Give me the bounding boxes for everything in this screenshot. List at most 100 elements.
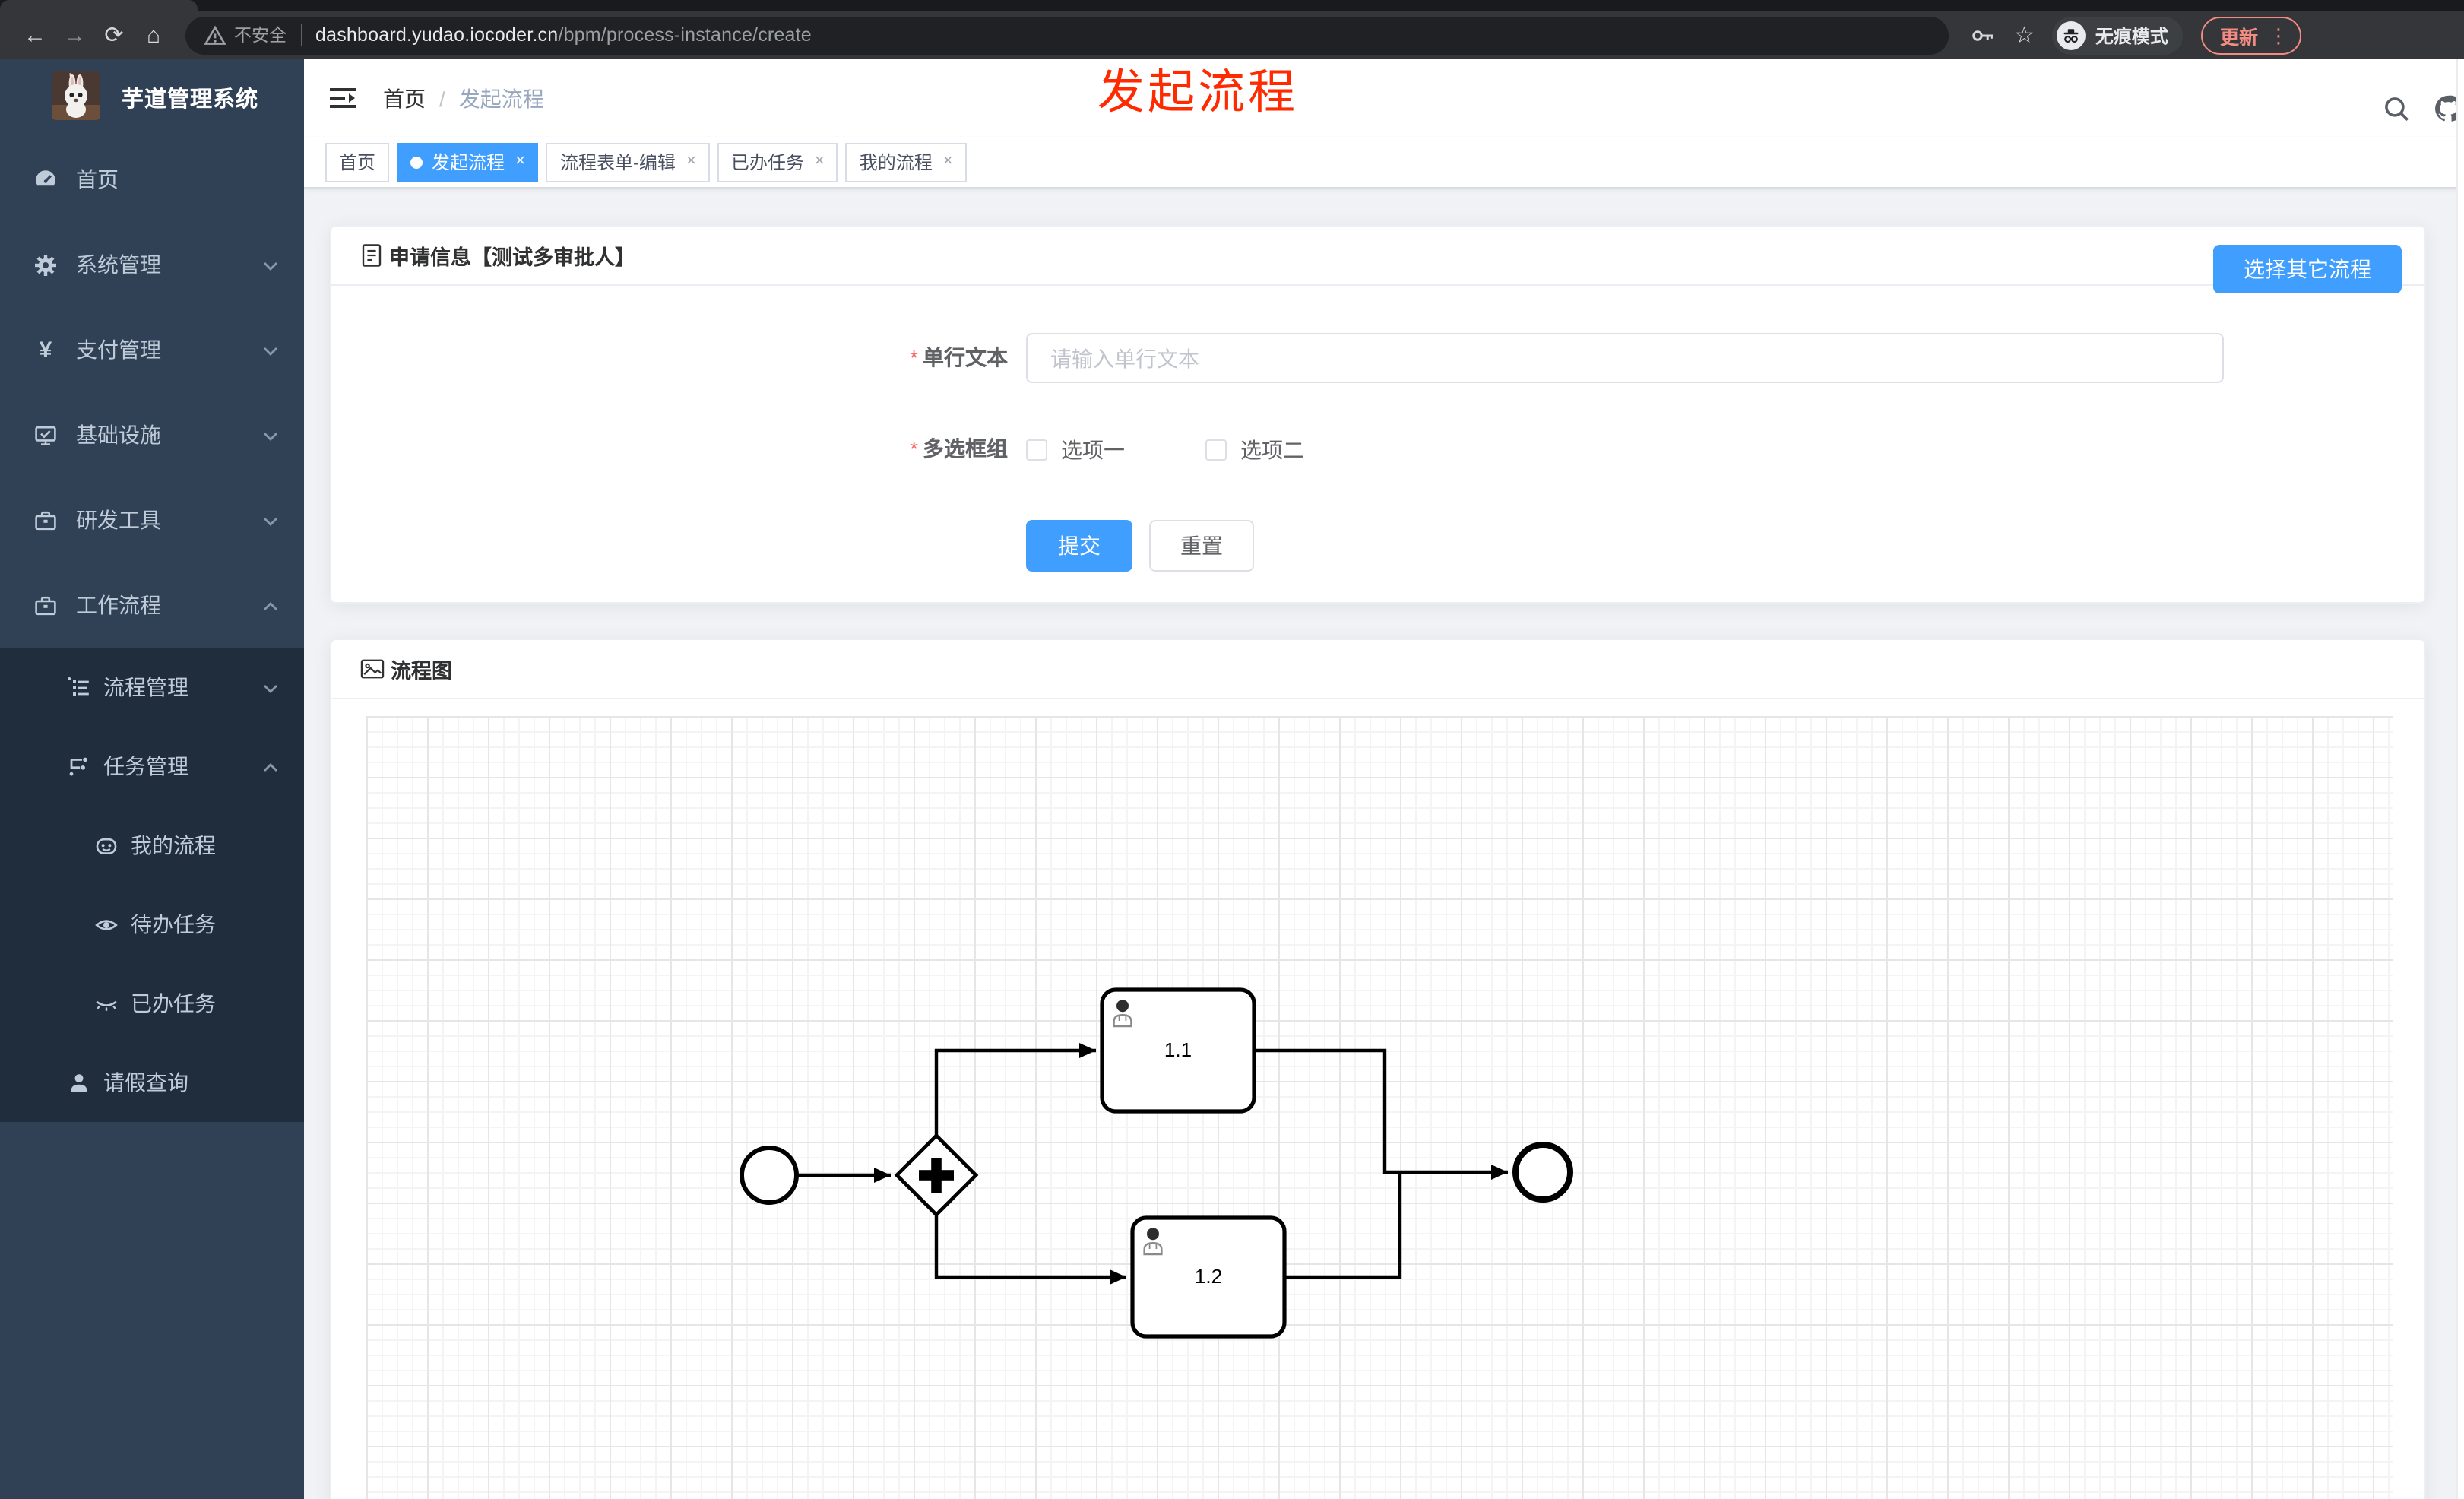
eye-icon <box>94 912 119 936</box>
process-diagram-title: 流程图 <box>391 660 452 683</box>
sidebar-item-workflow[interactable]: 工作流程 <box>0 563 304 648</box>
checkbox-option-2-label[interactable]: 选项二 <box>1240 434 1304 464</box>
user-icon <box>67 1070 91 1095</box>
parallel-gateway[interactable] <box>894 1133 979 1218</box>
browser-menu-icon[interactable]: ⋮ <box>2269 25 2288 45</box>
incognito-label: 无痕模式 <box>2095 25 2168 46</box>
sidebar-collapse-icon[interactable] <box>328 84 357 113</box>
url-path: /bpm/process-instance/create <box>558 24 812 46</box>
close-icon[interactable]: × <box>815 153 825 170</box>
sidebar-item-label: 待办任务 <box>131 912 216 936</box>
gear-icon <box>33 252 58 277</box>
user-task-1-1[interactable]: 1.1 <box>1100 987 1256 1114</box>
chevron-down-icon <box>261 511 280 529</box>
tag-home[interactable]: 首页 <box>325 142 390 182</box>
chevron-down-icon <box>261 341 280 359</box>
end-event[interactable] <box>1512 1142 1573 1203</box>
monitor-icon <box>33 423 58 447</box>
tag-label: 已办任务 <box>730 152 804 173</box>
toolbox-icon <box>33 593 58 617</box>
close-icon[interactable]: × <box>686 153 696 170</box>
screen: ← → ⟳ ⌂ 不安全 dashboard.yudao.iocoder.cn/b… <box>0 0 2464 1499</box>
browser-actions: ☆ 无痕模式 更新 ⋮ <box>1970 16 2302 54</box>
tag-create-process[interactable]: 发起流程 × <box>397 142 539 182</box>
reload-button[interactable]: ⟳ <box>94 15 134 55</box>
chevron-down-icon <box>261 255 280 274</box>
checkbox-group: 选项一 选项二 <box>1026 424 1304 474</box>
picture-icon <box>360 657 385 681</box>
single-line-text-input[interactable] <box>1026 333 2224 383</box>
tags-view-bar: 首页 发起流程 × 流程表单-编辑 × 已办任务 × 我的流程 × <box>304 137 2464 189</box>
start-event[interactable] <box>740 1146 799 1205</box>
active-dot <box>410 156 423 168</box>
url-separator <box>300 24 302 46</box>
apply-info-title: 申请信息【测试多审批人】 <box>389 246 635 269</box>
bookmark-star-icon[interactable]: ☆ <box>2014 21 2035 49</box>
checkbox-option-1[interactable] <box>1026 439 1047 460</box>
warning-icon <box>204 24 226 46</box>
chevron-down-icon <box>261 426 280 444</box>
sidebar-item-label: 系统管理 <box>76 252 161 277</box>
forward-button[interactable]: → <box>55 15 94 55</box>
required-asterisk: * <box>910 436 918 461</box>
user-task-1-2[interactable]: 1.2 <box>1130 1215 1287 1339</box>
sidebar-item-label: 工作流程 <box>76 593 161 617</box>
flow-gateway-to-task1 <box>934 1043 1096 1136</box>
sidebar-menu: 首页 系统管理 ¥ 支付管理 基础设施 研发工具 工作流程 <box>0 137 304 648</box>
update-button[interactable]: 更新 ⋮ <box>2201 16 2302 54</box>
flow-gateway-to-task2 <box>934 1215 1126 1285</box>
update-label: 更新 <box>2219 27 2258 48</box>
back-button[interactable]: ← <box>15 15 55 55</box>
address-bar[interactable]: 不安全 dashboard.yudao.iocoder.cn/bpm/proce… <box>185 16 1949 54</box>
sidebar-item-home[interactable]: 首页 <box>0 137 304 222</box>
submit-button[interactable]: 提交 <box>1026 520 1132 572</box>
sidebar-item-my-process[interactable]: 我的流程 <box>0 806 304 885</box>
bpmn-diagram: 1.1 1.2 <box>740 987 1573 1339</box>
select-other-process-button[interactable]: 选择其它流程 <box>2213 245 2402 293</box>
security-label: 不安全 <box>234 27 287 46</box>
breadcrumb: 首页 / 发起流程 <box>383 59 544 137</box>
tree-icon <box>67 754 91 778</box>
app-logo-row[interactable]: 芋道管理系统 <box>0 59 304 135</box>
breadcrumb-home[interactable]: 首页 <box>383 83 426 113</box>
field-label-text: * 单行文本 <box>848 333 1008 383</box>
close-icon[interactable]: × <box>943 153 953 170</box>
field-label-checkbox-group: * 多选框组 <box>848 424 1008 474</box>
search-icon[interactable] <box>2380 93 2411 123</box>
scrollbar[interactable] <box>2456 59 2464 1499</box>
sidebar-item-task-management[interactable]: 任务管理 <box>0 727 304 806</box>
page-header: 首页 / 发起流程 ? TT ▾ <box>304 59 2464 137</box>
chevron-up-icon <box>261 757 280 775</box>
sidebar-item-system[interactable]: 系统管理 <box>0 222 304 307</box>
sidebar-item-process-management[interactable]: 流程管理 <box>0 648 304 727</box>
sidebar-item-label: 基础设施 <box>76 423 161 447</box>
checkbox-option-1-label[interactable]: 选项一 <box>1061 434 1125 464</box>
sidebar-item-done-tasks[interactable]: 已办任务 <box>0 964 304 1043</box>
reset-button[interactable]: 重置 <box>1149 520 1254 572</box>
sidebar-item-label: 我的流程 <box>131 833 216 857</box>
sidebar-item-devtools[interactable]: 研发工具 <box>0 477 304 563</box>
browser-active-tab[interactable] <box>0 0 198 11</box>
close-icon[interactable]: × <box>515 153 525 170</box>
tag-label: 发起流程 <box>432 152 505 173</box>
bpmn-canvas[interactable]: 1.1 1.2 <box>366 716 2393 1499</box>
eye-closed-icon <box>94 991 119 1016</box>
tag-label: 流程表单-编辑 <box>559 152 676 173</box>
checkbox-option-2[interactable] <box>1205 439 1227 460</box>
sidebar-item-label: 已办任务 <box>131 991 216 1016</box>
sidebar-item-leave-query[interactable]: 请假查询 <box>0 1043 304 1122</box>
key-icon[interactable] <box>1970 22 1996 48</box>
tag-done-tasks[interactable]: 已办任务 × <box>717 142 838 182</box>
sidebar-item-payment[interactable]: ¥ 支付管理 <box>0 307 304 392</box>
sidebar-item-infrastructure[interactable]: 基础设施 <box>0 392 304 477</box>
tag-form-edit[interactable]: 流程表单-编辑 × <box>546 142 710 182</box>
sidebar-item-label: 支付管理 <box>76 338 161 362</box>
dashboard-icon <box>33 167 58 192</box>
home-button[interactable]: ⌂ <box>134 15 173 55</box>
browser-tabstrip <box>0 0 2464 11</box>
tag-my-process[interactable]: 我的流程 × <box>845 142 967 182</box>
sidebar-item-todo-tasks[interactable]: 待办任务 <box>0 885 304 964</box>
task-label: 1.2 <box>1195 1265 1222 1288</box>
chevron-up-icon <box>261 596 280 614</box>
apply-info-card-header: 申请信息【测试多审批人】 选择其它流程 <box>331 227 2424 293</box>
